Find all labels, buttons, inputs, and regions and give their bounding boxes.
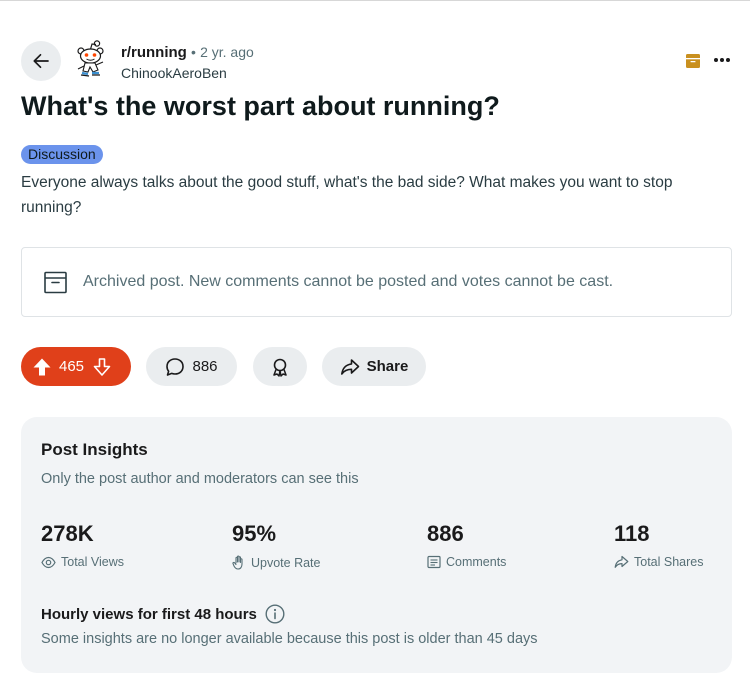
ellipsis-icon <box>714 58 730 62</box>
author-link[interactable]: ChinookAeroBen <box>121 63 254 83</box>
archived-notice-text: Archived post. New comments cannot be po… <box>83 273 614 290</box>
archived-notice: Archived post. New comments cannot be po… <box>21 247 732 317</box>
top-divider <box>0 0 750 1</box>
stat-value: 886 <box>427 521 464 546</box>
post-meta: r/running • 2 yr. ago ChinookAeroBen <box>121 42 254 83</box>
more-options-button[interactable] <box>710 50 734 70</box>
post-flair[interactable]: Discussion <box>21 145 103 164</box>
stat-value: 118 <box>614 521 650 546</box>
back-button[interactable] <box>21 41 61 81</box>
comments-button[interactable]: 886 <box>146 347 237 386</box>
archive-badge-icon <box>686 54 700 68</box>
archive-box-icon <box>44 271 67 293</box>
stat-total-views: 278K Total Views <box>41 520 124 569</box>
eye-icon <box>41 556 56 568</box>
share-arrow-icon <box>340 358 359 375</box>
stat-comments: 886 Comments <box>427 520 506 569</box>
hourly-views-heading: Hourly views for first 48 hours <box>41 604 285 624</box>
stat-total-shares: 118 Total Shares <box>614 520 703 569</box>
share-label: Share <box>366 358 409 375</box>
share-button[interactable]: Share <box>322 347 426 386</box>
stat-label: Upvote Rate <box>251 555 321 570</box>
hourly-views-note: Some insights are no longer available be… <box>41 631 538 647</box>
stat-label: Total Shares <box>634 555 704 569</box>
subreddit-link[interactable]: r/running <box>121 44 187 61</box>
stat-label: Comments <box>446 555 507 569</box>
meta-separator: • <box>191 44 196 60</box>
vote-control: 465 <box>21 347 131 386</box>
stat-upvote-rate: 95% Upvote Rate <box>232 520 320 570</box>
comments-doc-icon <box>427 555 441 569</box>
stat-value: 95% <box>232 521 277 546</box>
insights-title: Post Insights <box>41 440 148 459</box>
post-body: Everyone always talks about the good stu… <box>21 174 673 216</box>
insights-subtitle: Only the post author and moderators can … <box>41 471 359 487</box>
stat-label: Total Views <box>61 555 124 569</box>
upvote-icon[interactable] <box>32 357 52 377</box>
info-icon[interactable] <box>265 604 285 624</box>
arrow-left-icon <box>33 53 49 69</box>
hand-wave-icon <box>232 555 243 570</box>
post-insights-panel: Post Insights Only the post author and m… <box>21 417 732 673</box>
stat-value: 278K <box>41 521 94 546</box>
downvote-icon[interactable] <box>92 357 112 377</box>
post-age: 2 yr. ago <box>200 44 254 60</box>
comment-bubble-icon <box>166 357 185 376</box>
share-up-icon <box>614 555 629 568</box>
vote-score: 465 <box>59 358 85 375</box>
subreddit-avatar-icon[interactable] <box>72 40 110 80</box>
hourly-views-title: Hourly views for first 48 hours <box>41 605 257 623</box>
award-icon <box>273 358 287 377</box>
comment-count: 886 <box>192 358 218 375</box>
post-title: What's the worst part about running? <box>21 91 500 121</box>
award-button[interactable] <box>253 347 307 386</box>
